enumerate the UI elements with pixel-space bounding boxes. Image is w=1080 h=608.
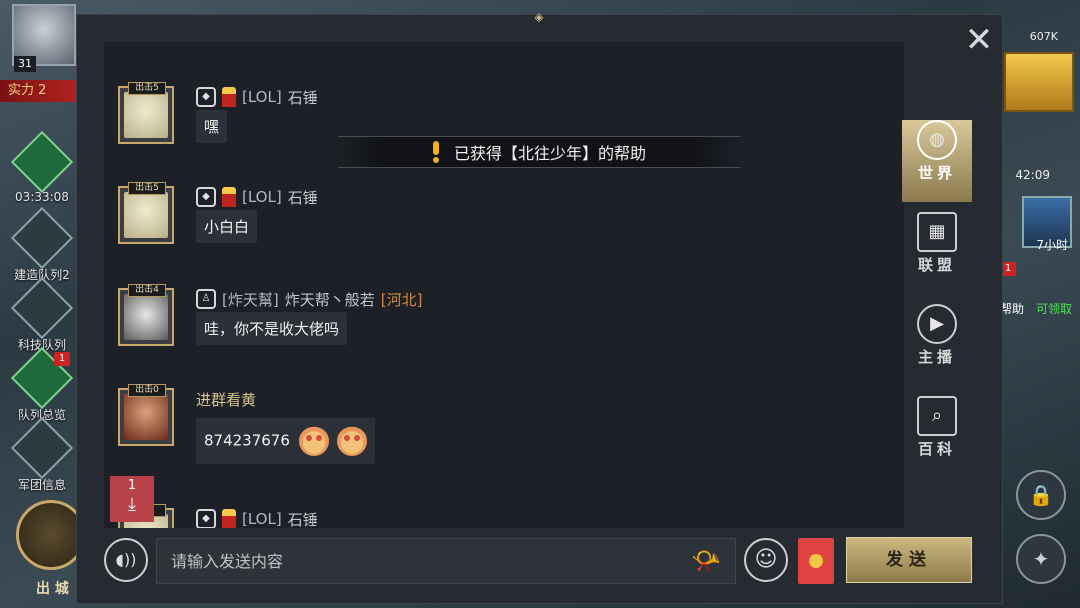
alliance-chat-icon: ▦ bbox=[917, 212, 957, 252]
red-packet-icon[interactable] bbox=[798, 538, 834, 584]
hero-level: 31 bbox=[14, 56, 36, 72]
tech-queue-button[interactable]: 科技队列 bbox=[10, 276, 74, 353]
sender-name[interactable]: 炸天帮丶般若 bbox=[285, 289, 375, 310]
lock-icon[interactable]: 🔒 bbox=[1016, 470, 1066, 520]
close-icon[interactable]: ✕ bbox=[958, 20, 1000, 62]
message-bubble: 哇，你不是收大佬吗 bbox=[196, 312, 348, 345]
castle-timer: 7小时 bbox=[1036, 238, 1068, 252]
message-bubble: 874237676 bbox=[196, 418, 376, 464]
globe-chat-icon: ◍ bbox=[917, 120, 957, 160]
sender-guild[interactable]: [LOL] bbox=[242, 188, 282, 206]
sender-guild[interactable]: [LOL] bbox=[242, 510, 282, 528]
gold-amount: 607K bbox=[1029, 30, 1058, 43]
title-icon bbox=[222, 187, 236, 207]
build-queue-button[interactable]: 建造队列2 bbox=[10, 206, 74, 283]
title-icon bbox=[222, 509, 236, 528]
avatar[interactable]: 出击0 bbox=[118, 384, 174, 446]
tab-wiki[interactable]: ⌕ 百科 bbox=[902, 396, 972, 478]
battle-icon[interactable]: ✦ bbox=[1016, 534, 1066, 584]
avatar[interactable]: 出击5 bbox=[118, 82, 174, 144]
notice-text: 已获得【北往少年】的帮助 bbox=[453, 144, 646, 163]
rank-tag: 出击5 bbox=[128, 82, 166, 95]
chat-channel-tabs: ◍ 世界 ▦ 联盟 ▶ 主播 ⌕ 百科 bbox=[902, 110, 972, 478]
left-hud: 31 实力 2 03:33:08 建造队列2 科技队列 队列总览 1 军团信息 … bbox=[0, 0, 86, 608]
castle-icon bbox=[10, 130, 74, 194]
sender-row: ♙ [炸天幫] 炸天帮丶般若 [河北] bbox=[196, 288, 422, 310]
sender-guild[interactable]: [炸天幫] bbox=[222, 289, 279, 310]
sender-row: 进群看黄 bbox=[196, 388, 256, 410]
tab-label: 世界 bbox=[917, 164, 956, 182]
tab-label: 联盟 bbox=[917, 256, 956, 274]
rank-tag: 出击4 bbox=[128, 284, 166, 297]
queue-badge: 1 bbox=[54, 352, 70, 366]
sender-row: ◆ [LOL] 石锤 bbox=[196, 186, 318, 208]
rank-icon: ◆ bbox=[196, 187, 216, 207]
sender-location: [河北] bbox=[380, 290, 423, 309]
tab-alliance[interactable]: ▦ 联盟 bbox=[902, 212, 972, 294]
voice-icon[interactable]: ◖)) bbox=[104, 538, 148, 582]
message-list[interactable]: 出击5 ◆ [LOL] 石锤 嘿 出击5 ◆ [LOL] 石锤 小白白 出击4 … bbox=[104, 42, 904, 528]
claim-label[interactable]: 可领取 bbox=[1036, 300, 1072, 317]
title-icon bbox=[222, 87, 236, 107]
play-icon: ▶ bbox=[917, 304, 957, 344]
sender-name[interactable]: 进群看黄 bbox=[196, 389, 256, 410]
atom-icon bbox=[10, 276, 74, 340]
arrow-down-icon: ⤓ bbox=[128, 494, 136, 515]
avatar-image bbox=[124, 192, 168, 238]
message-text: 874237676 bbox=[204, 431, 290, 450]
right-hud: 607K 42:09 7小时 1 帮助 可领取 🔒 ✦ bbox=[1000, 0, 1080, 608]
sender-name[interactable]: 石锤 bbox=[288, 509, 318, 529]
officer-icon: ♙ bbox=[196, 289, 216, 309]
chat-input[interactable] bbox=[156, 538, 736, 584]
sender-row: ◆ [LOL] 石锤 bbox=[196, 508, 318, 528]
help-notice-toast: 已获得【北往少年】的帮助 bbox=[338, 136, 740, 168]
avatar[interactable]: 出击4 bbox=[118, 284, 174, 346]
help-label[interactable]: 帮助 bbox=[1000, 300, 1024, 317]
power-badge[interactable]: 实力 2 bbox=[0, 80, 80, 102]
emoji-icon bbox=[298, 426, 329, 456]
avatar-image bbox=[124, 394, 168, 440]
sender-name[interactable]: 石锤 bbox=[288, 87, 318, 108]
rank-tag: 出击5 bbox=[128, 182, 166, 195]
event-timer: 42:09 bbox=[1015, 168, 1050, 182]
legion-info-button[interactable]: 军团信息 bbox=[10, 416, 74, 493]
sender-guild[interactable]: [LOL] bbox=[242, 88, 282, 106]
message-bubble: 嘿 bbox=[196, 110, 228, 143]
smiley-icon[interactable]: ☺ bbox=[744, 538, 788, 582]
unread-count: 1 bbox=[127, 478, 137, 493]
treasure-chest-icon[interactable] bbox=[1004, 52, 1074, 112]
message-bubble: 小白白 bbox=[196, 210, 258, 243]
rank-icon: ◆ bbox=[196, 509, 216, 528]
chevron-down-icon: ◈ bbox=[534, 10, 544, 24]
rank-icon: ◆ bbox=[196, 87, 216, 107]
tab-world[interactable]: ◍ 世界 bbox=[902, 120, 972, 202]
emoji-icon bbox=[337, 426, 368, 456]
sender-row: ◆ [LOL] 石锤 bbox=[196, 86, 318, 108]
exit-city-label: 出 城 bbox=[36, 581, 69, 597]
exclamation-icon bbox=[432, 141, 440, 163]
tab-label: 主播 bbox=[917, 348, 956, 366]
queue-timer-button[interactable]: 03:33:08 bbox=[10, 130, 74, 204]
sender-name[interactable]: 石锤 bbox=[288, 187, 318, 208]
send-button[interactable]: 发送 bbox=[846, 537, 972, 583]
jump-to-unread-button[interactable]: 1 ⤓ bbox=[110, 476, 154, 522]
queue-overview-button[interactable]: 队列总览 1 bbox=[10, 346, 74, 423]
helmet-icon bbox=[10, 416, 74, 480]
avatar[interactable]: 出击5 bbox=[118, 182, 174, 244]
avatar-image bbox=[124, 294, 168, 340]
tab-label: 百科 bbox=[917, 440, 956, 458]
avatar-image bbox=[124, 92, 168, 138]
horn-icon[interactable]: 📯 bbox=[684, 544, 728, 578]
rank-tag: 出击0 bbox=[128, 384, 166, 397]
lock-icon bbox=[10, 206, 74, 270]
tab-streamer[interactable]: ▶ 主播 bbox=[902, 304, 972, 386]
book-search-icon: ⌕ bbox=[917, 396, 957, 436]
